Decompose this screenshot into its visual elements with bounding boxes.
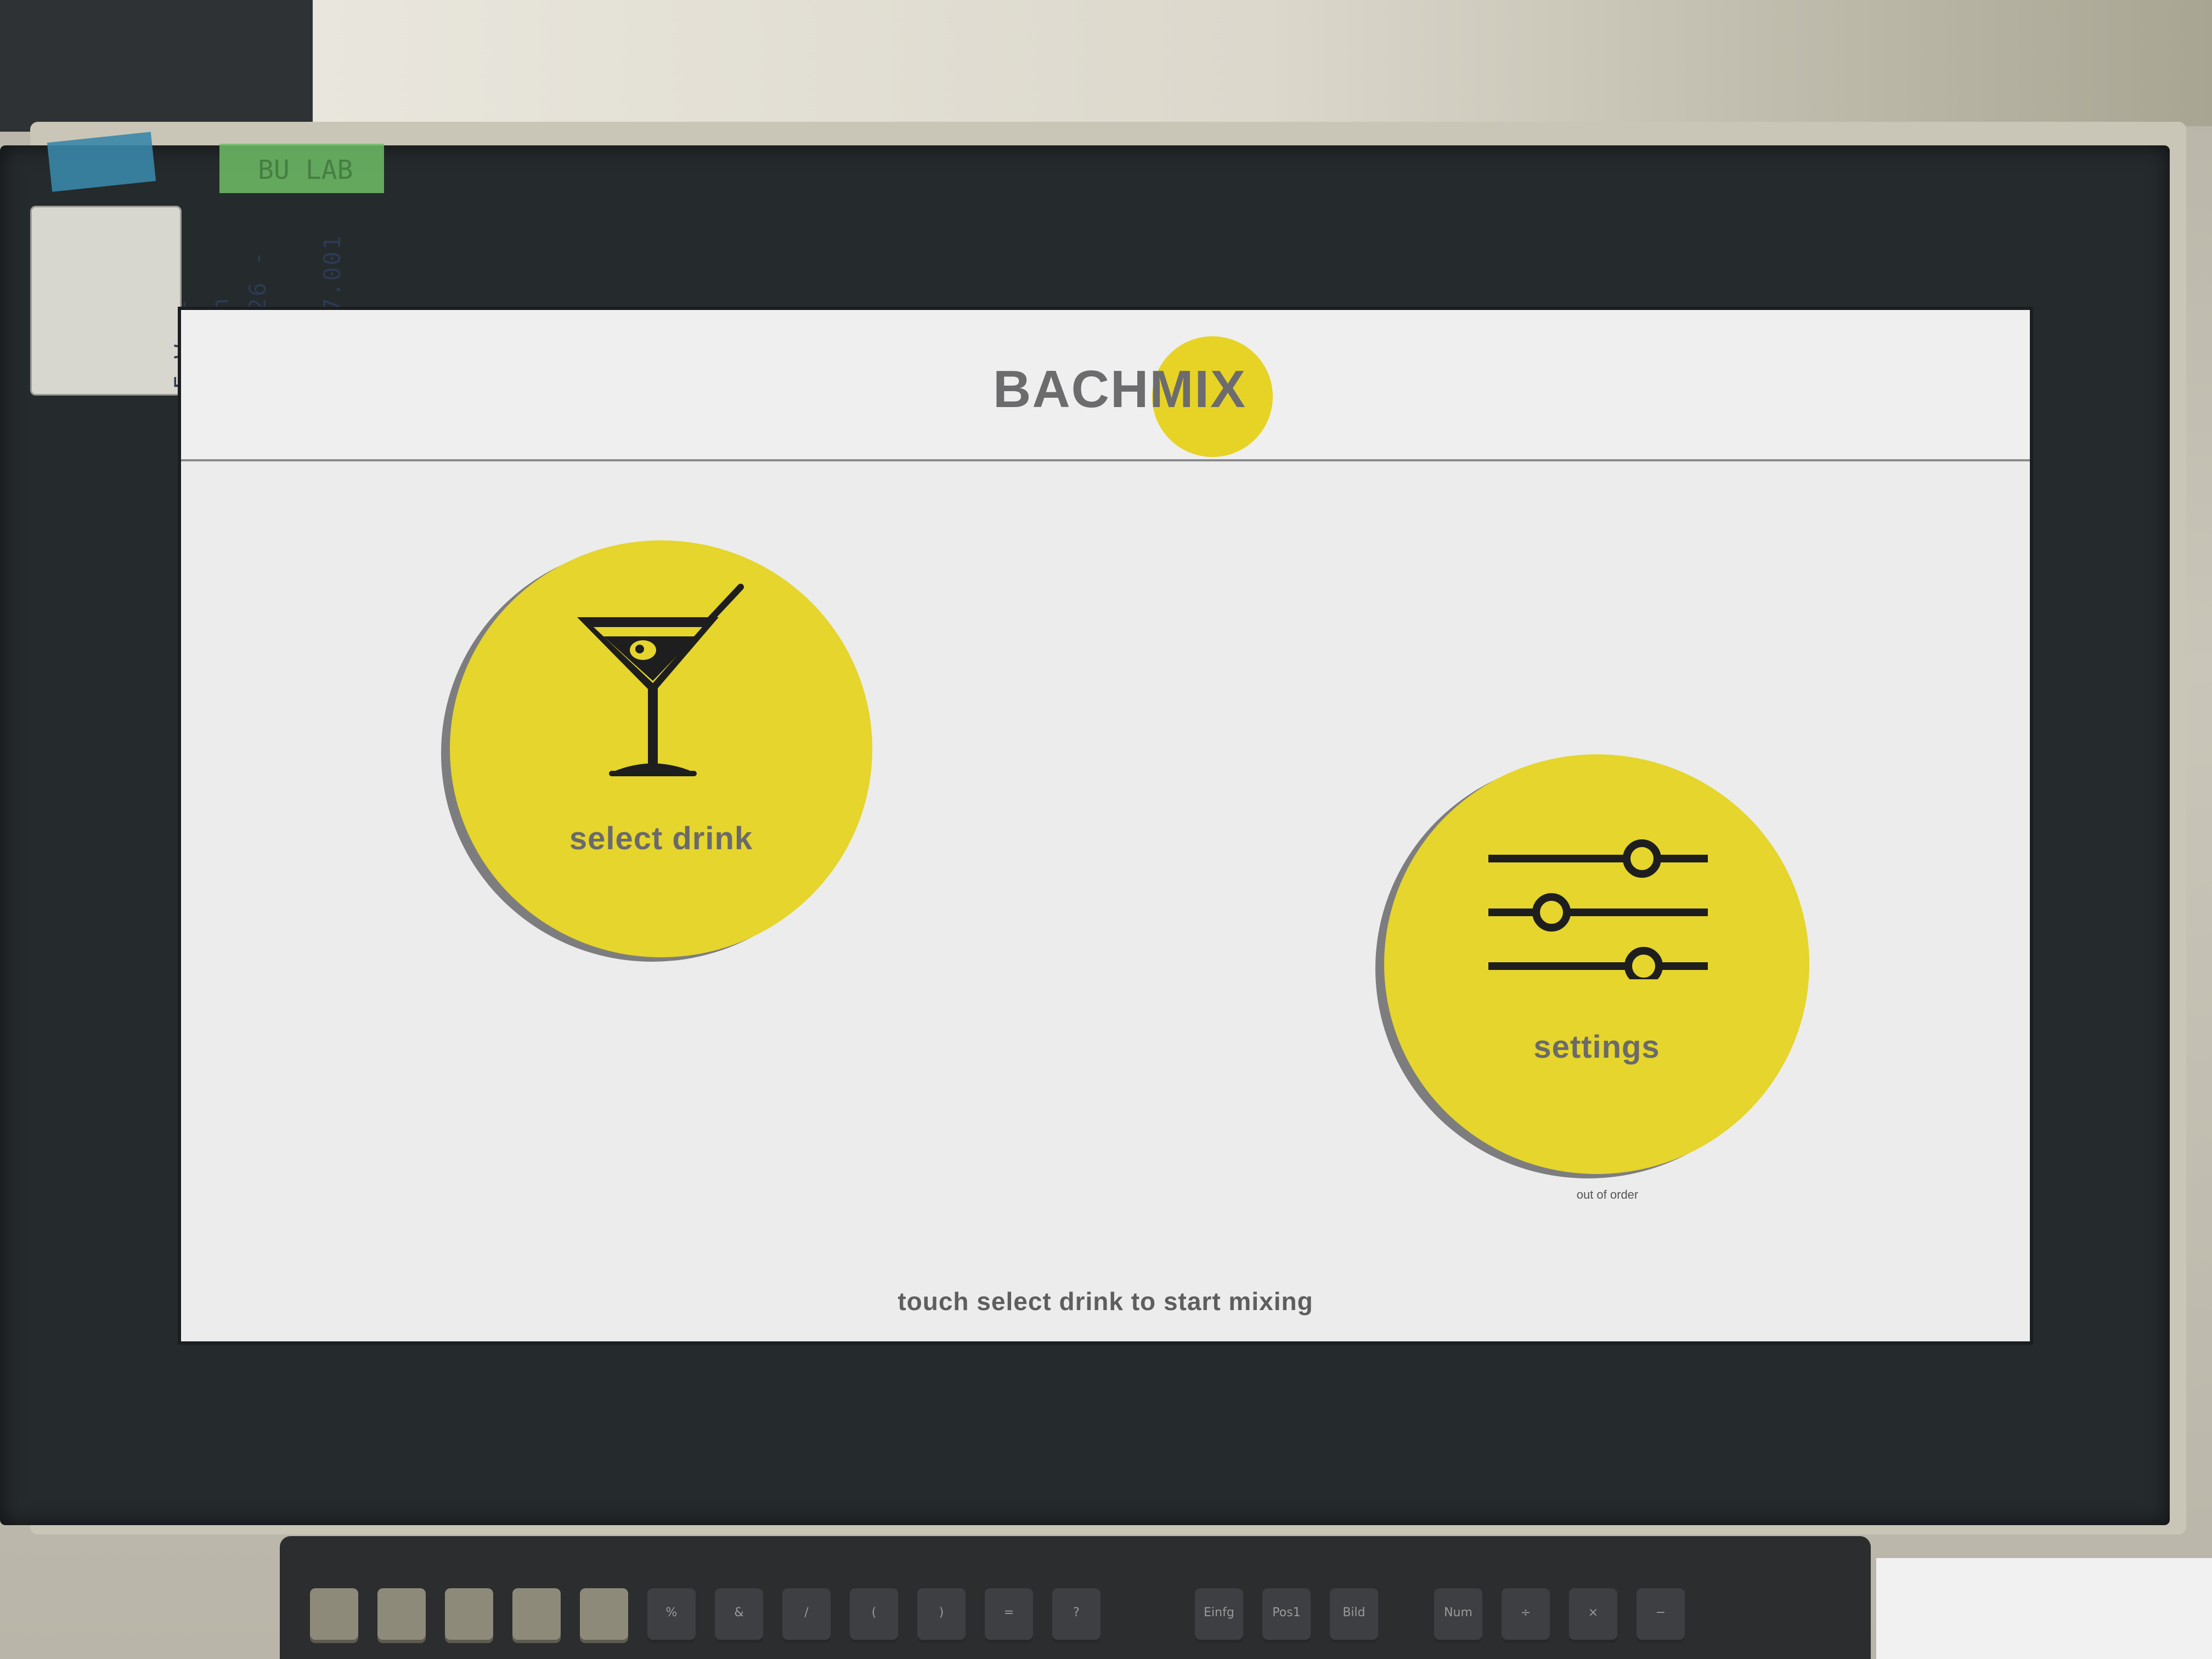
keyboard-key: Bild xyxy=(1330,1588,1378,1643)
martini-glass-icon xyxy=(577,584,744,776)
keyboard-key: Num xyxy=(1434,1588,1482,1643)
paper-sheet xyxy=(1876,1558,2212,1659)
keyboard-key: ) xyxy=(917,1588,966,1643)
keyboard-key: Einfg xyxy=(1195,1588,1243,1643)
green-tape: BU LAB xyxy=(219,144,384,193)
keyboard-key: ? xyxy=(1052,1588,1101,1643)
select-drink-label: select drink xyxy=(569,821,753,856)
settings-label: settings xyxy=(1533,1029,1660,1065)
keyboard-key: % xyxy=(647,1588,696,1643)
keyboard-key: − xyxy=(1637,1588,1685,1643)
touch-screen: BACHMIX select drink settings out of ord… xyxy=(181,310,2030,1341)
settings-status-note: out of order xyxy=(1576,1188,1639,1201)
keyboard-key xyxy=(310,1588,358,1643)
keyboard-key: Pos1 xyxy=(1262,1588,1311,1643)
keyboard-key: & xyxy=(715,1588,763,1643)
logo-text-mix: MIX xyxy=(1149,360,1246,419)
select-drink-button[interactable]: select drink xyxy=(450,540,872,957)
keyboard-key: = xyxy=(985,1588,1033,1643)
footer-hint: touch select drink to start mixing xyxy=(898,1287,1313,1316)
keyboard-key xyxy=(512,1588,561,1643)
settings-button[interactable]: settings xyxy=(1384,754,1809,1174)
app-header: BACHMIX xyxy=(181,310,2030,461)
keyboard-key xyxy=(580,1588,628,1643)
logo-text-bach: BACH xyxy=(993,360,1150,419)
keyboard-key: ÷ xyxy=(1502,1588,1550,1643)
asset-sticker xyxy=(30,206,182,396)
bachmix-logo: BACHMIX xyxy=(993,336,1278,457)
keyboard-key: ( xyxy=(850,1588,898,1643)
tape-note: BU LAB xyxy=(258,155,353,185)
background-wall xyxy=(313,0,2212,126)
keyboard-key: × xyxy=(1569,1588,1617,1643)
logo-text: BACHMIX xyxy=(993,359,1246,420)
keyboard-key xyxy=(377,1588,426,1643)
keyboard-key xyxy=(445,1588,493,1643)
background-desk xyxy=(0,0,313,132)
sliders-icon xyxy=(1488,839,1708,979)
keyboard-key: / xyxy=(782,1588,831,1643)
